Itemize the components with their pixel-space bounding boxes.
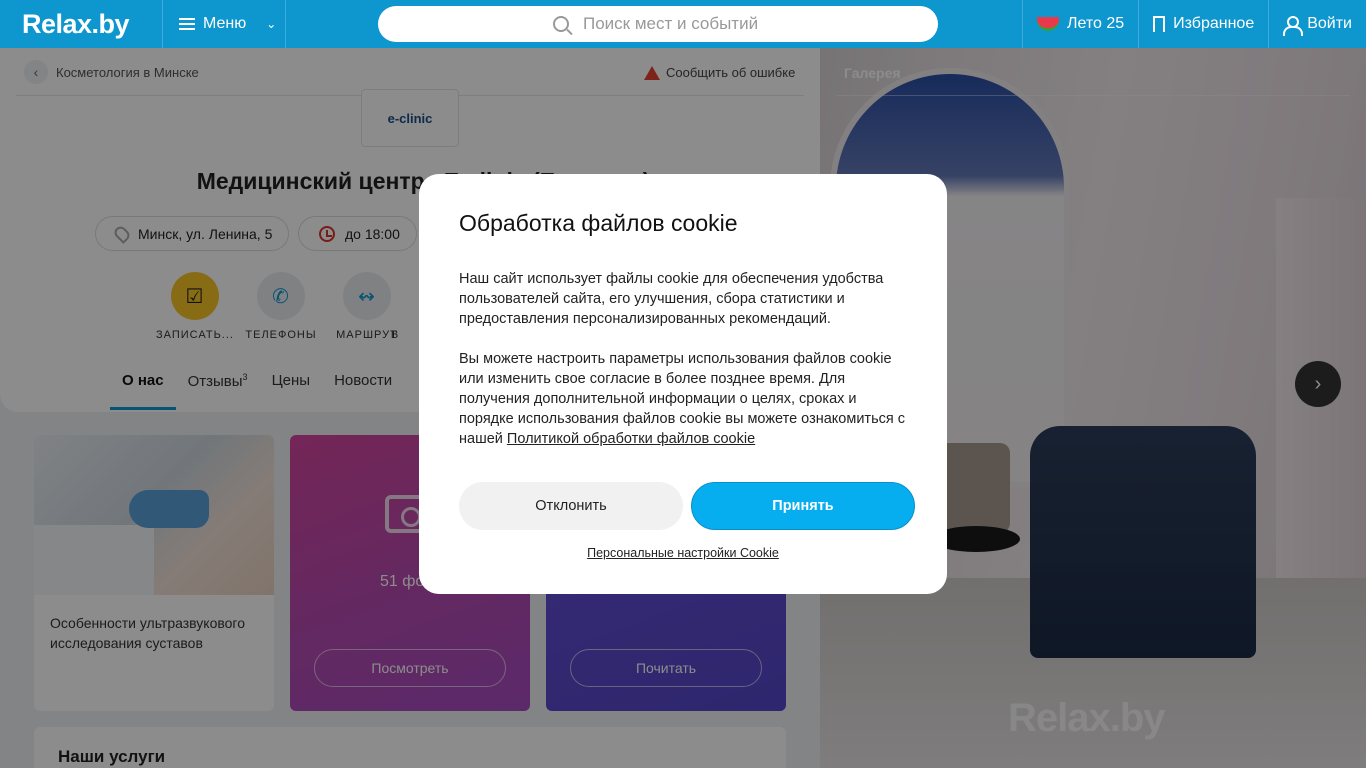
- menu-label: Меню: [203, 15, 247, 32]
- favorites-label: Избранное: [1173, 15, 1255, 32]
- search-input[interactable]: Поиск мест и событий: [378, 6, 938, 42]
- right-nav: Лето 25 Избранное Войти: [1021, 0, 1366, 48]
- bookmark-icon: [1153, 16, 1166, 32]
- summer-link[interactable]: Лето 25: [1021, 0, 1138, 48]
- cookie-policy-link[interactable]: Политикой обработки файлов cookie: [507, 431, 755, 447]
- cookie-modal: Обработка файлов cookie Наш сайт использ…: [419, 174, 947, 594]
- login-link[interactable]: Войти: [1268, 0, 1366, 48]
- cookie-paragraph-1: Наш сайт использует файлы cookie для обе…: [459, 271, 884, 327]
- watermelon-icon: [1036, 17, 1059, 31]
- top-header: Relax.by Меню ⌄ Поиск мест и событий Лет…: [0, 0, 1366, 48]
- chevron-down-icon: ⌄: [266, 17, 277, 31]
- favorites-link[interactable]: Избранное: [1138, 0, 1268, 48]
- search-placeholder: Поиск мест и событий: [583, 14, 759, 33]
- cookie-modal-title: Обработка файлов cookie: [459, 210, 738, 236]
- personal-cookie-settings-link[interactable]: Персональные настройки Cookie: [419, 546, 947, 560]
- user-icon: [1283, 16, 1304, 36]
- summer-label: Лето 25: [1066, 15, 1125, 32]
- cookie-paragraph-2: Вы можете настроить параметры использова…: [459, 351, 906, 447]
- search-icon: [553, 16, 569, 32]
- cookie-buttons: Отклонить Принять: [459, 482, 915, 530]
- login-label: Войти: [1307, 15, 1352, 32]
- site-logo[interactable]: Relax.by: [0, 0, 163, 48]
- decline-button[interactable]: Отклонить: [459, 482, 683, 530]
- accept-button[interactable]: Принять: [691, 482, 915, 530]
- menu-button[interactable]: Меню ⌄: [163, 0, 286, 48]
- hamburger-icon: [179, 18, 195, 30]
